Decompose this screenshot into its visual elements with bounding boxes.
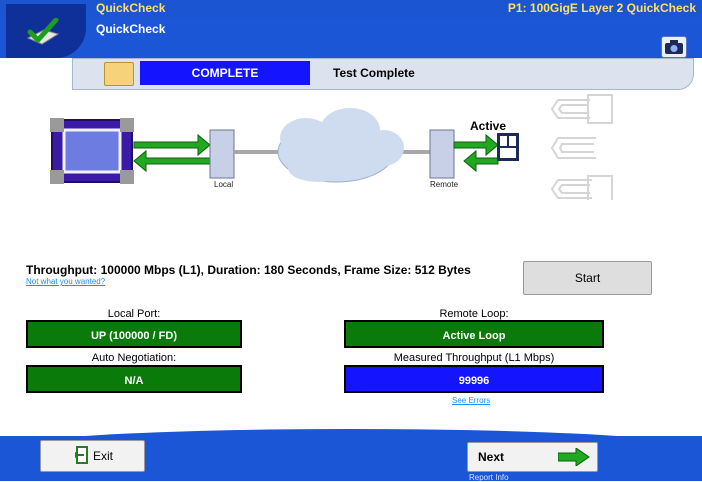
status-text: Test Complete [333, 66, 415, 80]
app-title: QuickCheck [96, 1, 166, 15]
not-what-you-wanted-link[interactable]: Not what you wanted? [26, 277, 105, 286]
network-diagram [50, 94, 613, 200]
local-traffic-arrows-icon [133, 133, 211, 173]
auto-negotiation-value: N/A [26, 365, 242, 393]
local-port-label: Local Port: [107, 308, 161, 320]
exit-button[interactable]: Exit [40, 440, 145, 472]
remote-loop-label: Remote Loop: [439, 308, 509, 320]
test-summary: Throughput: 100000 Mbps (L1), Duration: … [26, 263, 471, 277]
note-icon[interactable] [104, 62, 134, 86]
local-link [234, 150, 284, 154]
local-port-value: UP (100000 / FD) [26, 320, 242, 348]
remote-loop-device-icon [497, 133, 519, 161]
cloud-icon [277, 108, 404, 183]
remote-switch-icon [429, 129, 455, 179]
loop-ids-icon[interactable] [550, 94, 613, 124]
measured-throughput-label: Measured Throughput (L1 Mbps) [393, 352, 555, 364]
camera-icon [665, 40, 683, 54]
mode-title: P1: 100GigE Layer 2 QuickCheck [507, 1, 696, 15]
local-device-icon [50, 118, 134, 184]
loop-arrow-icon[interactable] [550, 137, 596, 159]
exit-door-icon [75, 446, 88, 464]
exit-label: Exit [93, 449, 114, 463]
status-badge: COMPLETE [140, 61, 310, 85]
camera-button[interactable] [661, 36, 687, 58]
active-label: Active [470, 119, 507, 133]
see-errors-link[interactable]: See Errors [452, 396, 490, 405]
remote-loop-value: Active Loop [344, 320, 604, 348]
next-button[interactable]: Next [467, 442, 598, 472]
remote-traffic-arrows-icon [453, 133, 499, 173]
loop-bracket-icon[interactable] [550, 175, 613, 200]
page-title: QuickCheck [96, 22, 166, 36]
measured-throughput-value: 99996 [344, 365, 604, 393]
start-button[interactable]: Start [523, 261, 652, 295]
title-bar: QuickCheck P1: 100GigE Layer 2 QuickChec… [0, 0, 702, 18]
next-arrow-icon [558, 448, 590, 466]
local-label: Local [214, 180, 234, 189]
next-label: Next [478, 450, 505, 464]
remote-label: Remote [430, 180, 459, 189]
local-switch-icon [209, 129, 235, 179]
checkmark-icon [26, 18, 60, 45]
auto-negotiation-label: Auto Negotiation: [91, 352, 177, 364]
